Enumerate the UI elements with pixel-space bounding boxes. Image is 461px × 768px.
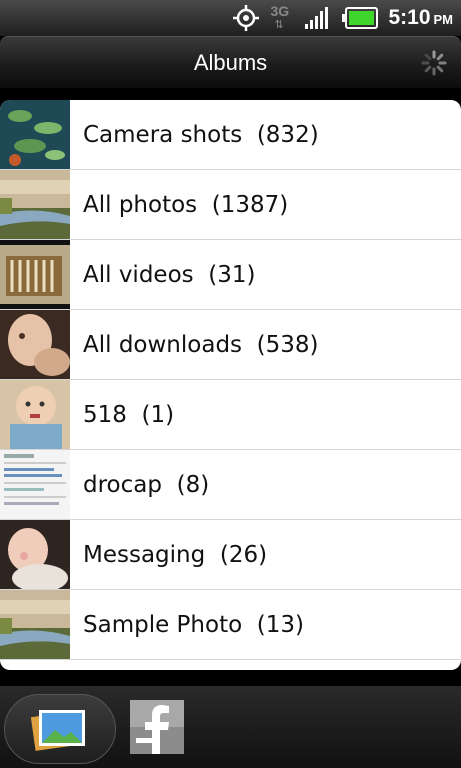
tab-gallery[interactable] [4,694,116,764]
title-bar: Albums [0,36,461,88]
album-label: Messaging (26) [83,541,268,568]
album-thumbnail [0,520,70,589]
loading-spinner-icon [421,50,447,76]
album-label: All videos (31) [83,261,256,288]
album-row-all-videos[interactable]: All videos (31) [0,240,461,310]
album-label: drocap (8) [83,471,210,498]
page-title: Albums [193,49,268,75]
album-row-messaging[interactable]: Messaging (26) [0,520,461,590]
album-label: Camera shots (832) [83,121,319,148]
album-label: Sample Photo (13) [83,611,305,638]
album-thumbnail [0,310,70,379]
gps-icon [233,5,260,31]
clock-time: 5:10 [388,6,431,29]
clock-ampm: PM [433,12,454,27]
gallery-icon [31,710,85,751]
album-label: 518 (1) [83,401,175,428]
album-thumbnail [0,170,70,239]
album-list[interactable]: Camera shots (832) All photos (1387) All… [0,100,461,670]
album-row-sample-photo[interactable]: Sample Photo (13) [0,590,461,660]
bottom-tab-bar [0,686,461,768]
battery-icon [342,7,379,29]
album-row-518[interactable]: 518 (1) [0,380,461,450]
facebook-icon [130,700,184,754]
album-label: All downloads (538) [83,331,319,358]
album-thumbnail [0,100,70,169]
tab-facebook[interactable] [130,700,184,754]
album-thumbnail [0,380,70,449]
clock: 5:10 PM [388,6,453,30]
album-label: All photos (1387) [83,191,289,218]
network-3g-icon: 3G ⇅ [270,3,290,31]
album-row-all-downloads[interactable]: All downloads (538) [0,310,461,380]
album-thumbnail [0,590,70,659]
album-row-camera-shots[interactable]: Camera shots (832) [0,100,461,170]
album-row-all-photos[interactable]: All photos (1387) [0,170,461,240]
album-row-drocap[interactable]: drocap (8) [0,450,461,520]
status-bar: 3G ⇅ 5:10 PM [0,0,461,36]
signal-icon [305,7,329,29]
album-thumbnail [0,240,70,309]
album-thumbnail [0,450,70,519]
